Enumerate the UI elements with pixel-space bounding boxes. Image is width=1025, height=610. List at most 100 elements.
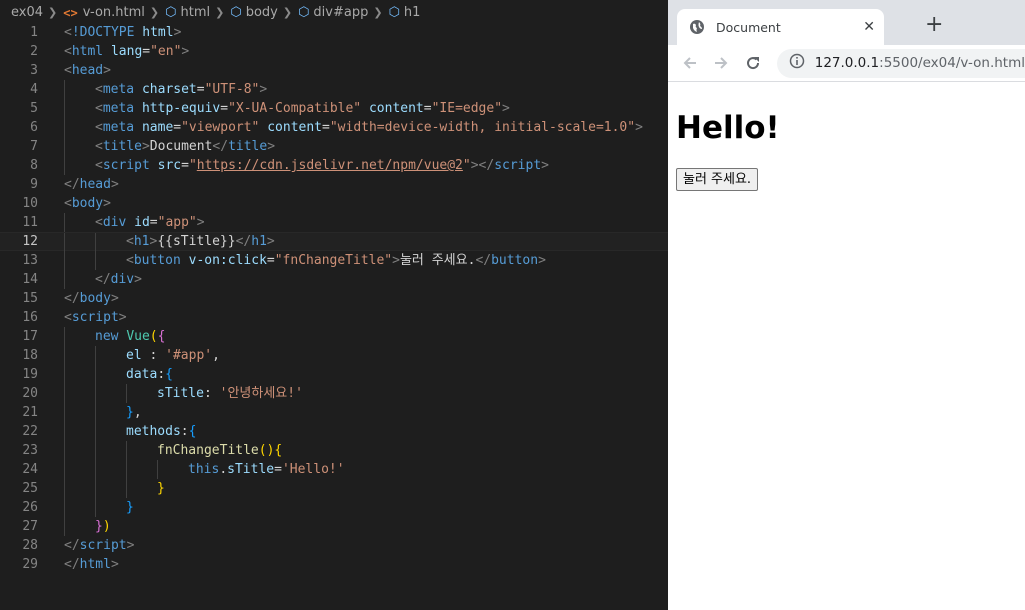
code-line[interactable]: 2 <html lang="en"> [0, 42, 668, 61]
code-token[interactable]: https://cdn.jsdelivr.net/npm/vue@2 [197, 158, 463, 173]
code-token: < [95, 158, 103, 173]
code-line[interactable]: 8 <script src="https://cdn.jsdelivr.net/n… [0, 156, 668, 175]
indent-guide [64, 233, 65, 252]
code-line[interactable]: 29 </html> [0, 555, 668, 574]
code-token: </ [64, 538, 80, 553]
code-token: "width=device-width, initial-scale=1.0" [329, 120, 636, 135]
code-text: <script src="https://cdn.jsdelivr.net/np… [95, 156, 549, 175]
close-icon[interactable]: ✕ [863, 19, 875, 35]
breadcrumb-symbol[interactable]: ⬡ body [230, 5, 278, 20]
line-number: 27 [22, 519, 38, 534]
code-line[interactable]: 16 <script> [0, 308, 668, 327]
line-number: 4 [30, 82, 38, 97]
breadcrumb-symbol[interactable]: ⬡ h1 [389, 5, 421, 20]
new-tab-button[interactable]: + [925, 14, 943, 36]
code-line[interactable]: 6 <meta name="viewport" content="width=de… [0, 118, 668, 137]
code-token: > [635, 120, 643, 135]
code-line[interactable]: 20 sTitle: '안녕하세요!' [0, 384, 668, 403]
indent-guide [64, 213, 65, 232]
code-token: < [95, 120, 103, 135]
chevron-right-icon: ❯ [149, 6, 160, 19]
indent-guide [126, 441, 127, 460]
breadcrumb-folder[interactable]: ex04 [11, 5, 43, 20]
code-token: } [157, 481, 165, 496]
code-line[interactable]: 10 <body> [0, 194, 668, 213]
indent-guide [95, 365, 96, 384]
code-token: </ [64, 291, 80, 306]
code-token: div [110, 272, 135, 287]
breadcrumb-file[interactable]: <> v-on.html [63, 5, 145, 20]
tab-strip: Document ✕ + [668, 0, 1025, 45]
code-line[interactable]: 14 </div> [0, 270, 668, 289]
code-line[interactable]: 4 <meta charset="UTF-8"> [0, 80, 668, 99]
indent-guide [64, 251, 65, 270]
code-line[interactable]: 12 <h1>{{sTitle}}</h1> [0, 232, 668, 252]
code-lines[interactable]: 1 <!DOCTYPE html> 2 <html lang="en"> 3 <head>… [0, 23, 668, 574]
code-line[interactable]: 26} [0, 498, 668, 517]
code-token: > [110, 557, 119, 572]
browser-tab[interactable]: Document ✕ [677, 9, 884, 45]
code-token: ) [102, 519, 111, 534]
code-token: </ [235, 234, 252, 249]
back-arrow-icon[interactable] [674, 47, 706, 79]
code-token: src [157, 158, 182, 173]
indent-guide [64, 460, 65, 479]
line-number: 22 [22, 424, 38, 439]
code-token: < [95, 82, 103, 97]
code-line[interactable]: 17 new Vue({ [0, 327, 668, 346]
code-editor[interactable]: ex04 ❯ <> v-on.html ❯ ⬡ html ❯ ⬡ body ❯ ⬡ div#ap… [0, 0, 668, 610]
code-line[interactable]: 27}) [0, 517, 668, 536]
code-line[interactable]: 11 <div id="app"> [0, 213, 668, 232]
code-line[interactable]: 21}, [0, 403, 668, 422]
code-text: new Vue({ [95, 327, 165, 346]
indent-guide [64, 517, 65, 536]
code-token: el [126, 348, 142, 363]
code-token: name [141, 120, 174, 135]
indent-guide [64, 99, 65, 118]
page-content: Hello! 눌러 주세요. [668, 82, 1025, 191]
address-bar[interactable]: 127.0.0.1:5500/ex04/v-on.html [776, 48, 1025, 78]
code-line[interactable]: 22 methods:{ [0, 422, 668, 441]
code-text: } [126, 498, 134, 517]
code-token: } [126, 500, 134, 515]
code-token: 'Hello!' [281, 462, 345, 477]
code-token: : [141, 348, 166, 363]
code-token: script [494, 158, 542, 173]
cube-icon: ⬡ [298, 5, 310, 20]
breadcrumb-symbol[interactable]: ⬡ div#app [298, 5, 368, 20]
code-line[interactable]: 24 this.sTitle='Hello!' [0, 460, 668, 479]
reload-icon[interactable] [737, 47, 769, 79]
code-token: http-equiv [141, 101, 221, 116]
code-text: <div id="app"> [95, 213, 205, 232]
code-line[interactable]: 18 el : '#app', [0, 346, 668, 365]
code-line[interactable]: 23 fnChangeTitle(){ [0, 441, 668, 460]
code-line[interactable]: 9 </head> [0, 175, 668, 194]
code-token: = [181, 158, 189, 173]
breadcrumb-symbol[interactable]: ⬡ html [165, 5, 210, 20]
code-token: > [502, 101, 510, 116]
code-line[interactable]: 5 <meta http-equiv="X-UA-Compatible" cont… [0, 99, 668, 118]
code-token: > [118, 310, 127, 325]
code-line[interactable]: 25} [0, 479, 668, 498]
code-line[interactable]: 13 <button v-on:click="fnChangeTitle">눌러 … [0, 251, 668, 270]
code-token: < [64, 44, 72, 59]
code-line[interactable]: 1 <!DOCTYPE html> [0, 23, 668, 42]
press-button[interactable]: 눌러 주세요. [676, 168, 759, 191]
code-token: "X-UA-Compatible" [228, 101, 362, 116]
code-line[interactable]: 3 <head> [0, 61, 668, 80]
code-line[interactable]: 7 <title>Document</title> [0, 137, 668, 156]
code-token: < [64, 196, 72, 211]
code-line[interactable]: 15 </body> [0, 289, 668, 308]
code-token: fnChangeTitle [157, 443, 259, 458]
url-text[interactable]: 127.0.0.1:5500/ex04/v-on.html [815, 55, 1025, 71]
forward-arrow-icon[interactable] [706, 47, 738, 79]
info-icon[interactable] [789, 53, 805, 73]
code-text: } [157, 479, 165, 498]
code-token: </ [64, 557, 80, 572]
code-line[interactable]: 19 data:{ [0, 365, 668, 384]
line-number: 24 [22, 462, 38, 477]
indent-guide [64, 137, 65, 156]
code-line[interactable]: 28 </script> [0, 536, 668, 555]
code-text: <button v-on:click="fnChangeTitle">눌러 주세… [126, 251, 546, 270]
code-token: Vue [126, 329, 150, 344]
